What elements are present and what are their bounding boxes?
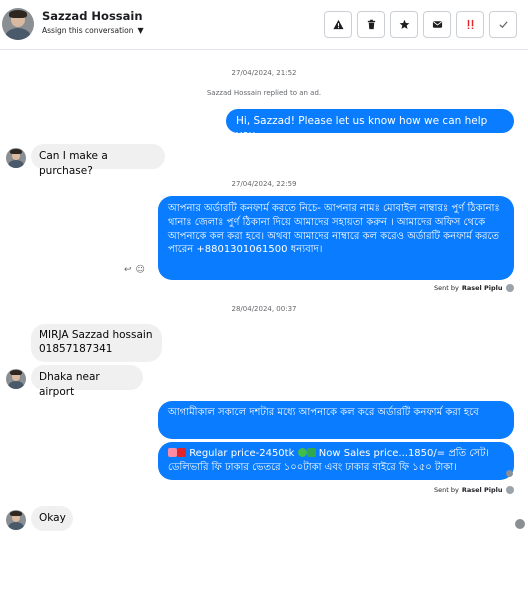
trash-icon bbox=[367, 19, 375, 30]
assign-label: Assign this conversation bbox=[42, 26, 134, 35]
incoming-message[interactable]: Okay bbox=[31, 506, 73, 531]
sent-by-prefix: Sent by bbox=[434, 284, 459, 292]
report-button[interactable] bbox=[324, 11, 352, 38]
green-emoji-icon bbox=[297, 448, 307, 457]
contact-avatar-small[interactable] bbox=[6, 510, 26, 530]
sent-by-label: Sent by Rasel Piplu bbox=[434, 284, 514, 292]
contact-avatar-small[interactable] bbox=[6, 369, 26, 389]
contact-avatar-small[interactable] bbox=[6, 148, 26, 168]
check-mark-emoji-icon bbox=[306, 448, 316, 457]
check-icon bbox=[498, 21, 508, 29]
heart-emoji-icon bbox=[168, 448, 177, 457]
timestamp: 27/04/2024, 21:52 bbox=[231, 69, 297, 77]
outgoing-message[interactable]: আপনার অর্ডারটি কনফার্ম করতে নিচে- আপনার … bbox=[158, 196, 514, 280]
spam-button[interactable] bbox=[456, 11, 484, 38]
spam-icon bbox=[467, 19, 473, 29]
warning-icon bbox=[332, 19, 344, 30]
regular-price-text: Regular price-2450tk bbox=[189, 448, 295, 459]
message-line: MIRJA Sazzad hossain bbox=[39, 329, 153, 341]
mark-done-button[interactable] bbox=[489, 11, 517, 38]
sent-by-name: Rasel Piplu bbox=[461, 486, 503, 494]
chevron-down-icon: ▼ bbox=[137, 26, 144, 35]
conversation-header: Sazzad Hossain Assign this conversation … bbox=[0, 0, 528, 50]
sale-price-text: Now Sales price...1850/= প্রতি সেট। bbox=[318, 448, 490, 459]
star-icon bbox=[399, 19, 409, 29]
mark-unread-button[interactable] bbox=[423, 11, 451, 38]
outgoing-message[interactable]: Hi, Sazzad! Please let us know how we ca… bbox=[226, 109, 514, 141]
star-button[interactable] bbox=[390, 11, 418, 38]
conversation-toolbar bbox=[324, 11, 517, 38]
timestamp: 28/04/2024, 00:37 bbox=[231, 305, 297, 313]
outgoing-message[interactable]: আগামীকাল সকালে দশটার মধ্যে আপনাকে কল করে… bbox=[158, 401, 514, 439]
system-note: Sazzad Hossain replied to an ad. bbox=[206, 89, 322, 97]
agent-avatar bbox=[505, 486, 514, 494]
delivery-fee-text: ডেলিভারি ফি ঢাকার ভেতরে ১০০টাকা এবং ঢাকা… bbox=[168, 462, 457, 473]
outgoing-message[interactable]: Regular price-2450tk Now Sales price...1… bbox=[158, 442, 514, 480]
sent-by-label: Sent by Rasel Piplu bbox=[434, 486, 514, 494]
message-actions: ↩ ☺ bbox=[124, 265, 145, 275]
incoming-message[interactable]: Can I make a purchase? bbox=[31, 144, 165, 177]
timestamp: 27/04/2024, 22:59 bbox=[231, 180, 297, 188]
contact-name[interactable]: Sazzad Hossain bbox=[42, 9, 143, 23]
reply-icon[interactable]: ↩ bbox=[124, 265, 132, 275]
incoming-message[interactable]: Dhaka near airport bbox=[31, 365, 143, 398]
seen-indicator-avatar bbox=[515, 519, 525, 529]
sent-by-prefix: Sent by bbox=[434, 486, 459, 494]
message-line: 01857187341 bbox=[39, 343, 113, 355]
agent-avatar bbox=[505, 284, 514, 292]
cross-mark-emoji-icon bbox=[177, 448, 186, 457]
contact-avatar[interactable] bbox=[2, 8, 34, 40]
incoming-message[interactable]: MIRJA Sazzad hossain 01857187341 bbox=[31, 324, 162, 362]
mail-icon bbox=[432, 21, 442, 28]
emoji-reaction-icon[interactable]: ☺ bbox=[136, 265, 145, 275]
sent-by-name: Rasel Piplu bbox=[461, 284, 503, 292]
assign-conversation-dropdown[interactable]: Assign this conversation ▼ bbox=[42, 26, 144, 35]
seen-indicator-avatar bbox=[506, 470, 513, 477]
delete-button[interactable] bbox=[357, 11, 385, 38]
